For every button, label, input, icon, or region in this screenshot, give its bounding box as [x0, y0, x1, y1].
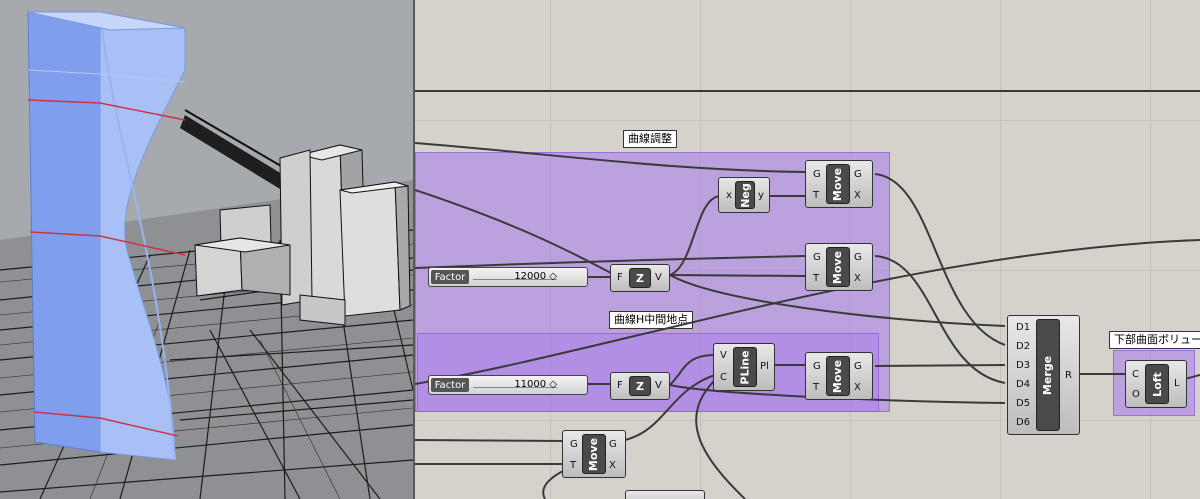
move-component-4[interactable]: G T Move G X — [562, 430, 626, 478]
pline-component[interactable]: V C PLine Pl — [713, 343, 775, 391]
rhino-viewport[interactable] — [0, 0, 413, 499]
move-component-2[interactable]: G T Move G X — [805, 243, 873, 291]
z-component-2[interactable]: F Z V — [610, 372, 670, 400]
viewport-scene — [0, 11, 413, 499]
factor-slider-12000[interactable]: Factor 12000 ◇ — [428, 267, 588, 287]
merge-component[interactable]: D1 D2 D3 D4 D5 D6 Merge R — [1007, 315, 1080, 435]
move-component-3[interactable]: G T Move G X — [805, 352, 873, 400]
factor-slider-11000[interactable]: Factor 11000 ◇ — [428, 375, 588, 395]
loft-component[interactable]: C O Loft L — [1125, 360, 1187, 408]
neg-component[interactable]: x Neg y — [718, 177, 770, 213]
grasshopper-canvas[interactable]: 曲線調整 曲線H中間地点 下部曲面ボリューム — [415, 0, 1200, 499]
partial-component[interactable] — [625, 490, 705, 499]
move-component-1[interactable]: G T Move G X — [805, 160, 873, 208]
z-component-1[interactable]: F Z V — [610, 264, 670, 292]
